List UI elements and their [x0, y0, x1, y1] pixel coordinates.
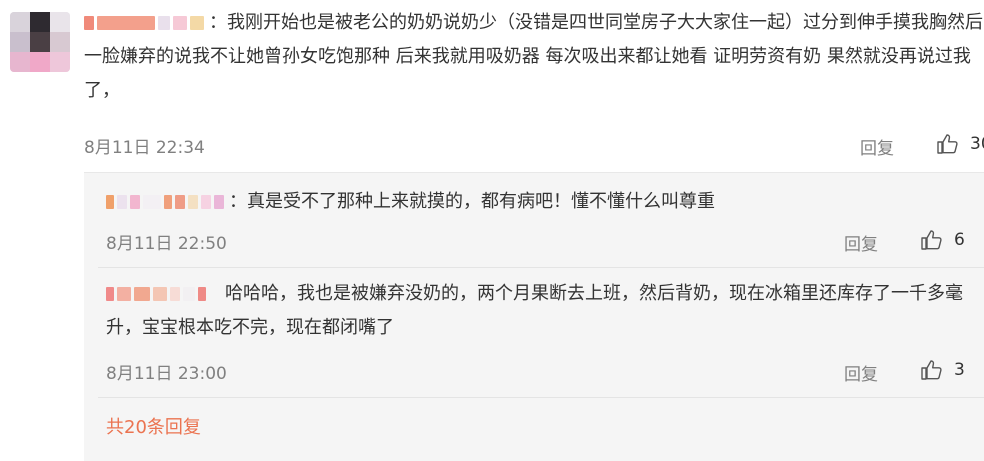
reply-item: ：真是受不了那种上来就摸的，都有病吧！懂不懂什么叫尊重 — [106, 185, 984, 219]
reply-text: 真是受不了那种上来就摸的，都有病吧！懂不懂什么叫尊重 — [247, 191, 715, 212]
thumbs-up-icon — [921, 360, 942, 380]
thumbs-up-icon — [937, 134, 958, 154]
reply-divider — [98, 267, 984, 268]
more-replies-link[interactable]: 共20条回复 — [106, 413, 201, 439]
reply-reply-button[interactable]: 回复 — [844, 360, 878, 385]
reply-divider — [98, 397, 984, 398]
thumbs-up-icon — [921, 230, 942, 250]
reply-username[interactable] — [106, 284, 209, 304]
main-reply-button[interactable]: 回复 — [860, 134, 894, 159]
main-like-button[interactable]: 30 — [936, 132, 984, 156]
main-comment: ：我刚开始也是被老公的奶奶说奶少（没错是四世同堂房子大大家住一起）过分到伸手摸我… — [84, 6, 984, 108]
reply-meta: 8月11日 22:50 — [106, 226, 227, 256]
reply-timestamp: 8月11日 23:00 — [106, 363, 227, 384]
reply-item: 哈哈哈，我也是被嫌弃没奶的，两个月果断去上班，然后背奶，现在冰箱里还库存了一千多… — [106, 277, 984, 345]
reply-like-button[interactable]: 3 — [920, 358, 965, 382]
main-comment-body: ：我刚开始也是被老公的奶奶说奶少（没错是四世同堂房子大大家住一起）过分到伸手摸我… — [84, 12, 983, 101]
main-like-count: 30 — [970, 134, 984, 154]
reply-text: 哈哈哈，我也是被嫌弃没奶的，两个月果断去上班，然后背奶，现在冰箱里还库存了一千多… — [106, 283, 963, 338]
main-comment-username[interactable] — [84, 13, 207, 33]
reply-like-count: 3 — [954, 360, 965, 380]
reply-reply-button[interactable]: 回复 — [844, 230, 878, 255]
reply-timestamp: 8月11日 22:50 — [106, 233, 227, 254]
reply-like-button[interactable]: 6 — [920, 228, 965, 252]
avatar[interactable] — [10, 12, 70, 72]
main-comment-meta: 8月11日 22:34 — [84, 130, 205, 160]
main-comment-timestamp: 8月11日 22:34 — [84, 137, 205, 158]
replies-panel: ：真是受不了那种上来就摸的，都有病吧！懂不懂什么叫尊重 8月11日 22:50 … — [84, 172, 984, 461]
reply-body: 哈哈哈，我也是被嫌弃没奶的，两个月果断去上班，然后背奶，现在冰箱里还库存了一千多… — [106, 277, 984, 345]
reply-username[interactable] — [106, 192, 227, 212]
reply-meta: 8月11日 23:00 — [106, 356, 227, 386]
reply-body: ：真是受不了那种上来就摸的，都有病吧！懂不懂什么叫尊重 — [106, 185, 984, 219]
reply-like-count: 6 — [954, 230, 965, 250]
